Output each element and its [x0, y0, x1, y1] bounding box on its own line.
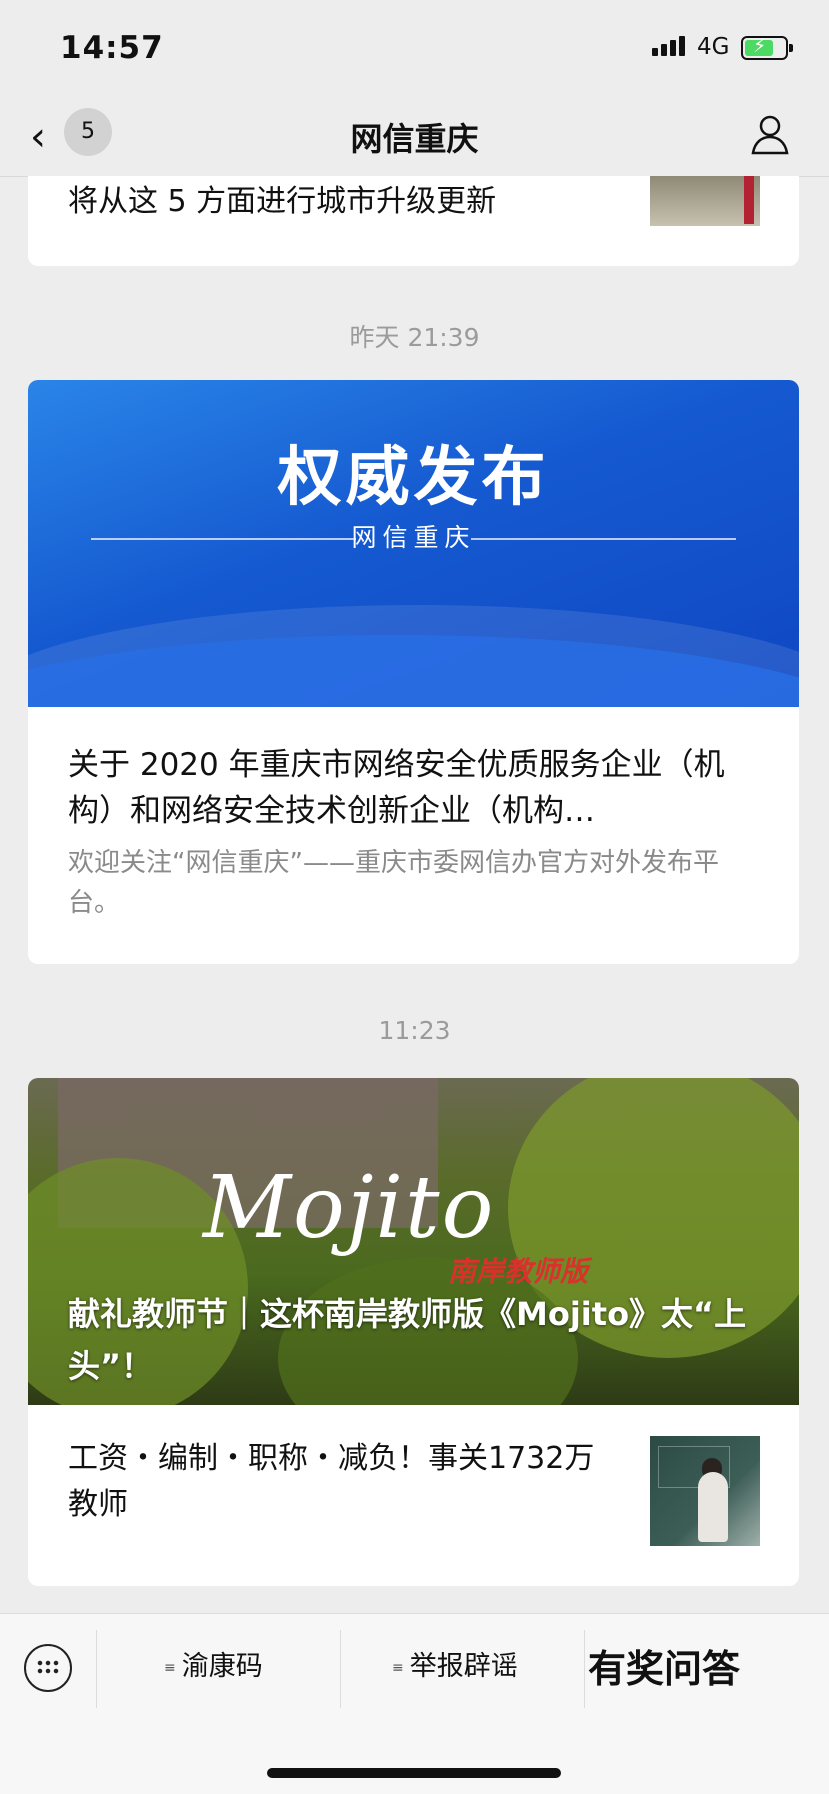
cover-subtext: 南岸教师版	[448, 1255, 589, 1288]
timestamp: 昨天 21:39	[349, 323, 480, 352]
article-card-mojito[interactable]: Mojito 南岸教师版 献礼教师节｜这杯南岸教师版《Mojito》太“上头”！…	[28, 1078, 799, 1586]
battery-icon: ⚡	[741, 35, 793, 60]
article-thumbnail	[650, 176, 760, 226]
timestamp: 11:23	[378, 1016, 451, 1045]
article-headline: 献礼教师节｜这杯南岸教师版《Mojito》太“上头”！	[68, 1295, 747, 1385]
article-title: 将从这 5 方面进行城市升级更新	[68, 184, 497, 219]
menu-item-health-code[interactable]: ≡ 渝康码	[164, 1644, 263, 1683]
article-cover-image: Mojito 南岸教师版 献礼教师节｜这杯南岸教师版《Mojito》太“上头”！	[28, 1078, 799, 1405]
page-title: 网信重庆	[350, 120, 479, 158]
keyboard-icon[interactable]	[24, 1644, 72, 1692]
sub-article-thumbnail[interactable]	[650, 1436, 760, 1546]
article-card-authority[interactable]: 权威发布 网信重庆 关于 2020 年重庆市网络安全优质服务企业（机构）和网络安…	[28, 380, 799, 964]
status-time: 14:57	[60, 30, 164, 66]
home-indicator	[267, 1768, 561, 1778]
article-card-partial[interactable]: 将从这 5 方面进行城市升级更新	[28, 176, 799, 266]
status-bar: 14:57 4G ⚡	[0, 0, 829, 100]
menu-lines-icon: ≡	[392, 1659, 404, 1676]
banner-title: 权威发布	[277, 441, 550, 515]
article-banner: 权威发布 网信重庆	[28, 380, 799, 707]
bottom-menu-bar: ≡ 渝康码 ≡ 举报辟谣 有奖问答	[0, 1613, 829, 1794]
article-headline: 关于 2020 年重庆市网络安全优质服务企业（机构）和网络安全技术创新企业（机构…	[68, 747, 725, 829]
menu-item-quiz[interactable]: 有奖问答	[588, 1638, 740, 1693]
network-type: 4G	[697, 34, 730, 60]
signal-icon	[652, 36, 688, 56]
profile-icon[interactable]	[749, 113, 791, 155]
cover-logo-text: Mojito	[203, 1158, 496, 1258]
sub-article-title[interactable]: 工资・编制・职称・减负！事关1732万教师	[68, 1436, 608, 1528]
article-description: 欢迎关注“网信重庆”——重庆市委网信办官方对外发布平台。	[68, 848, 719, 918]
menu-lines-icon: ≡	[164, 1659, 176, 1676]
banner-subtitle: 网信重庆	[351, 523, 476, 552]
menu-item-report-rumor[interactable]: ≡ 举报辟谣	[392, 1644, 518, 1683]
